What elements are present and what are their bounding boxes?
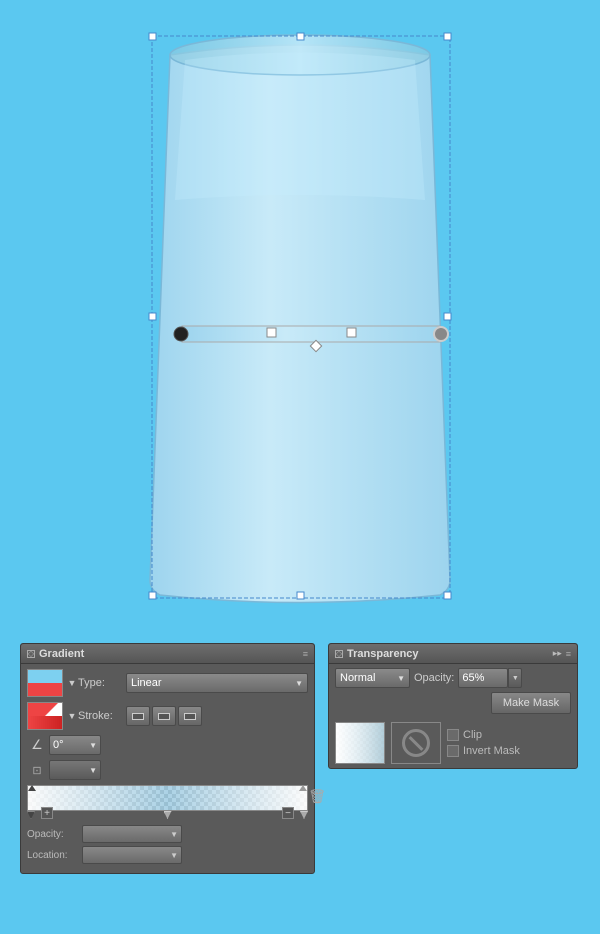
blend-dropdown-arrow: ▼ — [397, 674, 405, 683]
transparency-panel-menu-btn[interactable]: ≡ — [566, 649, 571, 659]
transparency-clip-label: Clip — [463, 729, 482, 741]
transparency-blend-dropdown[interactable]: Normal ▼ — [335, 668, 410, 688]
blend-mode-value: Normal — [340, 672, 375, 684]
transparency-clip-row: Clip — [447, 729, 520, 741]
gradient-color-swatch[interactable] — [27, 669, 63, 697]
gradient-add-stop-btn[interactable]: + — [41, 807, 53, 819]
stroke-icon-3 — [184, 713, 196, 720]
gradient-aspect-row: ⊡ ▼ — [27, 760, 308, 780]
gradient-stroke-row: ▼ Stroke: — [27, 702, 308, 730]
swatch-bottom — [28, 683, 62, 696]
gradient-delete-icon[interactable]: 🗑 — [308, 788, 326, 805]
transparency-panel-title: Transparency — [347, 648, 553, 660]
angle-dropdown-arrow: ▼ — [89, 741, 97, 750]
transparency-invert-checkbox[interactable] — [447, 745, 459, 757]
gradient-panel-collapse-icon[interactable]: ◇ — [27, 650, 35, 658]
gradient-stop-bottom-right[interactable] — [300, 811, 308, 819]
stroke-btn-3[interactable] — [178, 706, 202, 726]
transparency-invert-label: Invert Mask — [463, 745, 520, 757]
transparency-opacity-input[interactable]: 65% — [458, 668, 508, 688]
gradient-opacity-label: Opacity: — [27, 829, 82, 840]
location-dropdown-arrow: ▼ — [170, 851, 178, 860]
gradient-stop-bottom-left[interactable] — [27, 811, 35, 819]
aspect-icon: ⊡ — [29, 762, 45, 778]
gradient-stroke-swatch[interactable] — [27, 702, 63, 730]
angle-icon: ∠ — [29, 737, 45, 753]
transparency-opacity-value: 65% — [462, 672, 484, 684]
gradient-stop-bottom-mid[interactable] — [164, 811, 172, 819]
gradient-panel-body: ▼ Type: Linear ▼ ▼ Stroke: — [21, 664, 314, 873]
gradient-location-input[interactable]: ▼ — [82, 846, 182, 864]
thumb-gradient — [336, 723, 384, 763]
gradient-panel-titlebar: ◇ Gradient ≡ — [21, 644, 314, 664]
type-dropdown-arrow: ▼ — [295, 679, 303, 688]
gradient-slider-row: + − 🗑 — [27, 785, 308, 811]
slider-gradient-overlay — [28, 786, 307, 810]
gradient-opacity-row: Opacity: ▼ — [27, 825, 308, 843]
stroke-btn-2[interactable] — [152, 706, 176, 726]
transparency-invert-row: Invert Mask — [447, 745, 520, 757]
opacity-dropdown-arrow: ▼ — [170, 830, 178, 839]
transparency-make-mask-btn[interactable]: Make Mask — [491, 692, 571, 714]
transparency-opacity-field: 65% ▼ — [458, 668, 522, 688]
no-entry-bar — [409, 736, 424, 751]
gradient-angle-row: ∠ 0° ▼ — [27, 735, 308, 755]
stroke-icon-1 — [132, 713, 144, 720]
transparency-opacity-arrow[interactable]: ▼ — [508, 668, 522, 688]
transparency-object-thumb[interactable] — [335, 722, 385, 764]
transparency-opacity-label: Opacity: — [414, 672, 454, 684]
transparency-mask-thumb[interactable] — [391, 722, 441, 764]
transparency-expand-icon[interactable]: ▸▸ — [553, 648, 562, 659]
gradient-panel: ◇ Gradient ≡ ▼ Type: Linear ▼ ▼ Strok — [20, 643, 315, 874]
gradient-panel-title: Gradient — [39, 648, 303, 660]
transparency-blend-row: Normal ▼ Opacity: 65% ▼ — [329, 664, 577, 692]
transparency-panel-titlebar: ◇ Transparency ▸▸ ≡ — [329, 644, 577, 664]
transparency-make-mask-row: Make Mask — [329, 692, 577, 718]
swatch-top — [28, 670, 62, 683]
gradient-slider-track[interactable] — [27, 785, 308, 811]
gradient-angle-value: 0° — [53, 739, 64, 751]
stroke-btn-1[interactable] — [126, 706, 150, 726]
transparency-panel-collapse-icon[interactable]: ◇ — [335, 650, 343, 658]
stroke-swatch-arrow[interactable]: ▼ — [66, 710, 78, 722]
gradient-type-row: ▼ Type: Linear ▼ — [27, 669, 308, 697]
gradient-stroke-label: Stroke: — [78, 710, 126, 722]
transparency-thumbnail-area: Clip Invert Mask — [329, 718, 577, 768]
cup-illustration — [0, 0, 600, 630]
stroke-icon-2 — [158, 713, 170, 720]
aspect-dropdown-arrow: ▼ — [89, 766, 97, 775]
transparency-panel: ◇ Transparency ▸▸ ≡ Normal ▼ Opacity: 65… — [328, 643, 578, 769]
gradient-location-row: Location: ▼ — [27, 846, 308, 864]
gradient-remove-stop-btn[interactable]: − — [282, 807, 294, 819]
no-entry-icon — [402, 729, 430, 757]
gradient-type-label: Type: — [78, 677, 126, 689]
gradient-panel-menu-btn[interactable]: ≡ — [303, 649, 308, 659]
gradient-angle-input[interactable]: 0° ▼ — [49, 735, 101, 755]
gradient-location-label: Location: — [27, 850, 82, 861]
swatch-arrow[interactable]: ▼ — [66, 677, 78, 689]
transparency-clip-checkbox[interactable] — [447, 729, 459, 741]
gradient-opacity-input[interactable]: ▼ — [82, 825, 182, 843]
gradient-aspect-input[interactable]: ▼ — [49, 760, 101, 780]
gradient-type-value: Linear — [131, 677, 162, 689]
transparency-checkboxes: Clip Invert Mask — [447, 729, 520, 757]
gradient-type-dropdown[interactable]: Linear ▼ — [126, 673, 308, 693]
stroke-btn-group — [126, 706, 202, 726]
canvas-area — [0, 0, 600, 630]
